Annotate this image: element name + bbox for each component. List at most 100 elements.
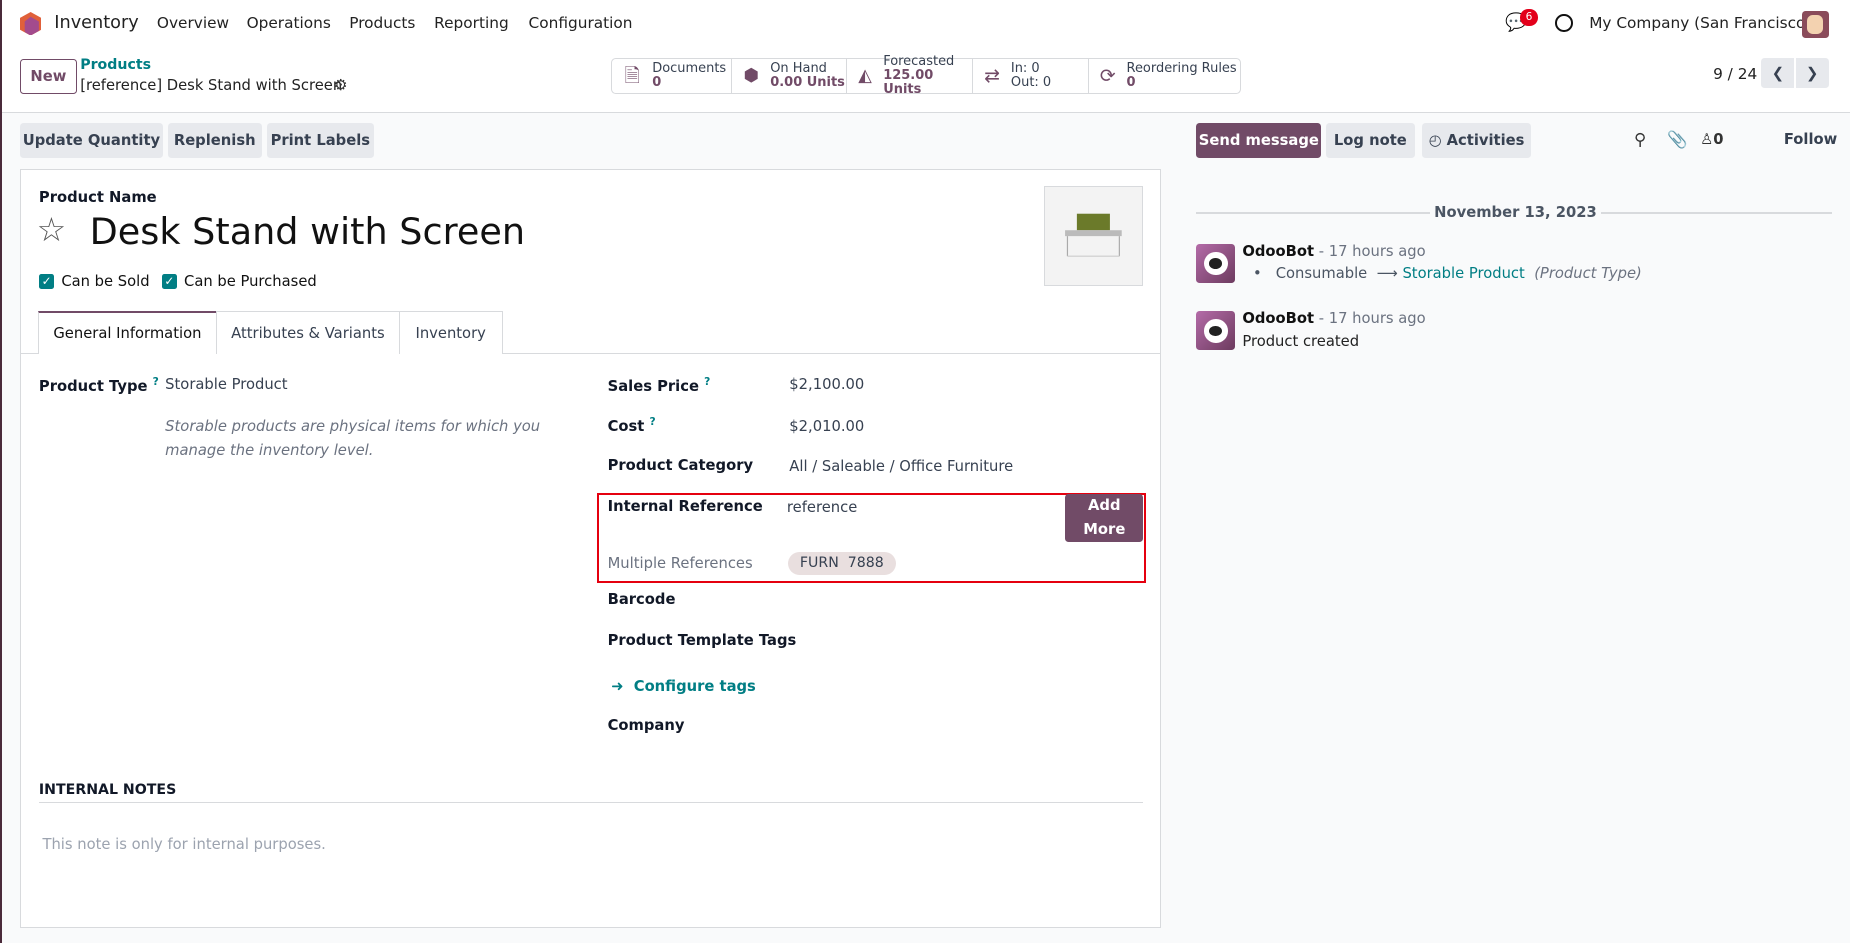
checkbox-checked-icon: ✓ [161,273,177,290]
stat-forecasted[interactable]: ◭ Forecasted 125.00 Units [845,53,974,98]
clock-icon: ◴ [1428,131,1442,149]
date-separator: November 13, 2023 [1434,204,1597,222]
can-be-purchased-checkbox[interactable]: ✓ Can be Purchased [161,272,317,290]
cost-label: Cost ? [608,415,656,435]
arrow-icon: ⟶ [1376,265,1398,283]
cost-field[interactable]: $2,010.00 [789,418,864,435]
link-text: Configure tags [633,678,756,696]
product-name-field[interactable]: Desk Stand with Screen [90,210,525,253]
refresh-icon: ⟳ [1099,65,1116,87]
stat-label: On Hand [770,60,827,76]
odoobot-avatar[interactable] [1196,244,1236,284]
multiple-references-label: Multiple References [607,554,753,572]
breadcrumb-products[interactable]: Products [80,57,151,73]
stat-reordering-rules[interactable]: ⟳ Reordering Rules 0 [1087,57,1242,95]
stat-value: Out: 0 [1010,75,1052,91]
help-icon[interactable]: ? [704,375,710,388]
message-body: Product created [1242,332,1360,350]
product-category-field[interactable]: All / Saleable / Office Furniture [789,458,1013,475]
button-text: Activities [1446,131,1525,149]
notes-divider [38,802,1144,804]
menu-operations[interactable]: Operations [247,14,331,32]
internal-notes-field[interactable]: This note is only for internal purposes. [42,836,325,853]
stat-value: 0.00 Units [770,75,845,91]
old-value: Consumable [1275,265,1368,283]
product-category-label: Product Category [607,456,754,474]
stat-documents[interactable]: 🗎 Documents 0 [611,57,733,95]
log-note-button[interactable]: Log note [1326,122,1415,159]
arrow-right-icon: ➜ [611,678,624,696]
product-image[interactable] [1044,186,1144,286]
follow-button[interactable]: Follow [1784,131,1837,148]
tab-inventory[interactable]: Inventory [398,311,503,354]
send-message-button[interactable]: Send message [1196,122,1322,159]
menu-overview[interactable]: Overview [157,14,229,32]
checkbox-checked-icon: ✓ [38,273,55,290]
user-icon: ♙ [1700,130,1714,148]
menu-reporting[interactable]: Reporting [434,14,509,32]
product-template-tags-label: Product Template Tags [607,632,797,650]
menu-configuration[interactable]: Configuration [529,14,633,32]
barcode-label: Barcode [607,591,676,609]
help-icon[interactable]: ? [649,415,655,428]
update-quantity-button[interactable]: Update Quantity [20,122,163,159]
product-name-label: Product Name [38,188,157,206]
company-switcher[interactable]: My Company (San Francisco) [1589,14,1811,32]
sales-price-label: Sales Price ? [608,375,711,395]
pager-next-button[interactable]: ❯ [1795,57,1829,89]
tab-general-information[interactable]: General Information [37,311,218,354]
stat-label: Forecasted [883,53,955,69]
new-button[interactable]: New [20,58,77,95]
label-text: Product Type [38,378,148,396]
message-header: OdooBot - 17 hours ago [1242,310,1425,327]
internal-reference-label: Internal Reference [607,497,763,515]
document-icon: 🗎 [624,65,640,87]
area-chart-icon: ◭ [858,66,872,86]
help-icon[interactable]: ? [153,375,159,388]
message-author[interactable]: OdooBot [1242,243,1314,260]
paperclip-icon[interactable]: 📎 [1667,130,1688,150]
print-labels-button[interactable]: Print Labels [266,122,374,159]
stat-label: In: 0 [1010,60,1040,76]
message-author[interactable]: OdooBot [1242,310,1314,327]
company-label: Company [607,717,685,735]
activity-clock-icon[interactable] [1554,14,1573,32]
pager-previous-button[interactable]: ❮ [1761,57,1795,89]
window-edge [0,0,3,943]
stat-in-out[interactable]: ⇄ In: 0 Out: 0 [972,57,1089,95]
can-be-sold-checkbox[interactable]: ✓ Can be Sold [38,273,150,290]
product-type-field[interactable]: Storable Product [165,376,287,393]
field-name: (Product Type) [1534,265,1642,283]
tab-attributes-variants[interactable]: Attributes & Variants [215,311,400,354]
stat-value: 125.00 Units [883,68,934,98]
date-divider [1600,212,1833,214]
configure-tags-link[interactable]: ➜ Configure tags [611,678,756,695]
favorite-star-icon[interactable]: ☆ [37,210,67,249]
search-icon[interactable]: ⚲ [1634,130,1646,149]
messages-badge: 6 [1519,9,1539,26]
app-name[interactable]: Inventory [54,13,138,33]
stat-on-hand[interactable]: ⬢ On Hand 0.00 Units [731,57,848,95]
checkbox-label: Can be Purchased [184,272,317,290]
menu-products[interactable]: Products [349,14,415,32]
gear-icon[interactable]: ⚙ [334,76,348,94]
product-type-label: Product Type ? [39,375,159,395]
activities-button[interactable]: ◴ Activities [1421,122,1532,159]
exchange-icon: ⇄ [984,65,1000,87]
reference-tag[interactable]: FURN 7888 [788,552,896,575]
followers-button[interactable]: ♙0 [1700,131,1723,148]
replenish-button[interactable]: Replenish [167,122,262,159]
pager-value[interactable]: 9 / 24 [1713,65,1757,83]
user-avatar[interactable] [1801,10,1829,38]
odoo-app-logo-icon[interactable] [20,11,42,36]
odoobot-avatar[interactable] [1196,311,1236,351]
add-more-button[interactable]: Add More [1065,494,1144,542]
label-text: Sales Price [607,378,699,396]
stat-value: 0 [1126,75,1136,91]
stat-label: Documents [652,60,727,76]
message-time: - 17 hours ago [1318,310,1426,328]
internal-reference-field[interactable]: reference [787,499,857,516]
cubes-icon: ⬢ [743,66,760,86]
sales-price-field[interactable]: $2,100.00 [789,376,864,393]
message-time: - 17 hours ago [1318,243,1426,261]
